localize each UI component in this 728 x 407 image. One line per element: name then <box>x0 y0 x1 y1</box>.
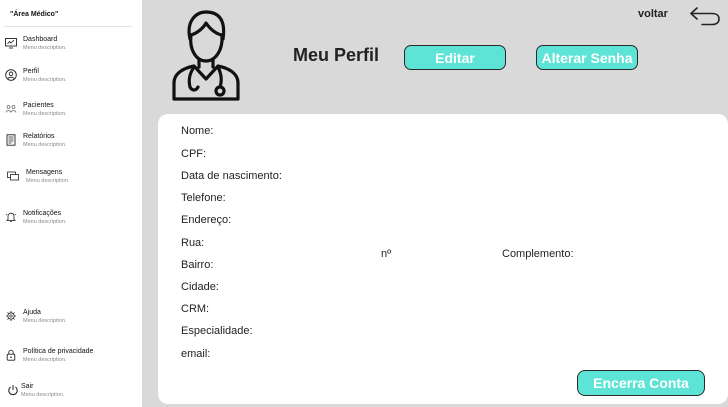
sidebar-item-description: Menu description. <box>23 219 67 225</box>
doctor-avatar-icon <box>170 7 242 107</box>
sidebar-item-description: Menu description. <box>23 318 67 324</box>
sidebar-item-description: Menu description. <box>21 392 65 398</box>
sidebar-item-sair[interactable]: Sair Menu description. <box>4 383 138 407</box>
sidebar-item-label: Sair <box>21 383 34 390</box>
sidebar-item-description: Menu description. <box>23 357 67 363</box>
sidebar-item-description: Menu description. <box>23 77 67 83</box>
sidebar-item-relatorios[interactable]: Relatórios Menu description. <box>4 133 138 159</box>
field-crm: CRM: <box>181 303 210 315</box>
sidebar-item-label: Ajuda <box>23 309 41 316</box>
field-cpf: CPF: <box>181 148 207 160</box>
close-account-button[interactable]: Encerra Conta <box>577 370 705 396</box>
messages-icon <box>6 169 20 183</box>
sidebar: "Área Médico" Dashboard Menu description… <box>0 0 142 407</box>
help-icon <box>4 309 18 323</box>
field-data-nascimento: Data de nascimento: <box>181 170 282 182</box>
field-telefone: Telefone: <box>181 192 226 204</box>
user-icon <box>4 68 18 82</box>
sidebar-item-label: Relatórios <box>23 133 55 140</box>
sidebar-item-label: Política de privacidade <box>23 348 94 355</box>
sidebar-brand: "Área Médico" <box>10 11 59 18</box>
page-title: Meu Perfil <box>293 45 380 65</box>
back-link[interactable]: voltar <box>638 8 668 20</box>
sidebar-item-notificacoes[interactable]: Notificações Menu description. <box>4 210 138 236</box>
sidebar-item-description: Menu description. <box>23 111 67 117</box>
power-icon <box>6 383 20 397</box>
sidebar-item-pacientes[interactable]: Pacientes Menu description. <box>4 102 138 128</box>
field-rua: Rua: <box>181 237 205 249</box>
field-especialidade: Especialidade: <box>181 325 253 337</box>
sidebar-item-dashboard[interactable]: Dashboard Menu description. <box>4 36 138 62</box>
field-complemento: Complemento: <box>502 248 574 260</box>
field-cidade: Cidade: <box>181 281 219 293</box>
sidebar-item-label: Perfil <box>23 68 39 75</box>
lock-icon <box>4 348 18 362</box>
bell-icon <box>4 210 18 224</box>
change-password-button[interactable]: Alterar Senha <box>536 45 638 70</box>
sidebar-item-perfil[interactable]: Perfil Menu description. <box>4 68 138 94</box>
sidebar-item-label: Pacientes <box>23 102 54 109</box>
field-email: email: <box>181 348 211 360</box>
edit-button[interactable]: Editar <box>404 45 506 70</box>
sidebar-item-ajuda[interactable]: Ajuda Menu description. <box>4 309 138 335</box>
sidebar-item-description: Menu description. <box>23 142 67 148</box>
sidebar-item-label: Notificações <box>23 210 62 217</box>
sidebar-item-mensagens[interactable]: Mensagens Menu description. <box>4 169 138 195</box>
sidebar-divider <box>4 26 132 27</box>
field-bairro: Bairro: <box>181 259 214 271</box>
sidebar-item-label: Dashboard <box>23 36 58 43</box>
sidebar-item-politica-privacidade[interactable]: Política de privacidade Menu description… <box>4 348 138 374</box>
sidebar-item-description: Menu description. <box>23 45 67 51</box>
patients-icon <box>4 102 18 116</box>
back-arrow-icon[interactable] <box>688 4 722 28</box>
field-numero: nº <box>381 248 392 260</box>
report-icon <box>4 133 18 147</box>
sidebar-item-label: Mensagens <box>26 169 63 176</box>
dashboard-icon <box>4 36 18 50</box>
field-endereco: Endereço: <box>181 214 232 226</box>
sidebar-item-description: Menu description. <box>26 178 70 184</box>
profile-card: Nome: CPF: Data de nascimento: Telefone:… <box>158 114 728 404</box>
field-nome: Nome: <box>181 125 214 137</box>
